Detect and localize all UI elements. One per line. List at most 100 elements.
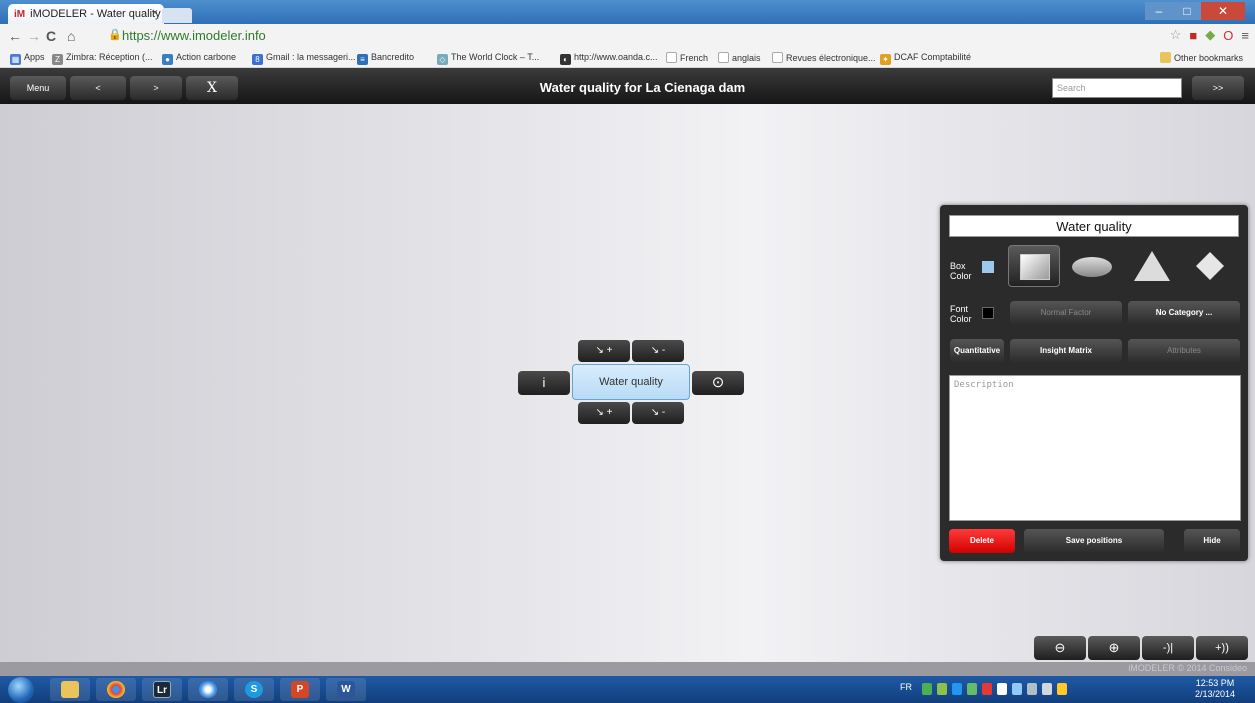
browser-addressbar: ← → C ⌂ 🔒 https://www.imodeler.info ☆ ■ … xyxy=(0,24,1255,48)
chrome-icon xyxy=(107,681,125,698)
add-positive-cause-top-button[interactable]: ↘ + xyxy=(578,340,630,362)
shape-ellipse-button[interactable] xyxy=(1066,245,1118,287)
taskbar-powerpoint[interactable]: P xyxy=(280,678,320,701)
increase-spacing-button[interactable]: +)) xyxy=(1196,636,1248,660)
minimize-icon[interactable]: – xyxy=(1145,2,1173,20)
bookmark-french[interactable]: French xyxy=(666,52,708,63)
system-tray-icons xyxy=(922,683,1067,695)
forward-arrow-icon[interactable]: → xyxy=(27,28,41,44)
word-icon: W xyxy=(337,681,355,698)
bookmark-zimbra[interactable]: Z Zimbra: Réception (... xyxy=(52,52,153,65)
home-icon[interactable]: ⌂ xyxy=(67,28,75,44)
zoom-out-button[interactable]: ⊖ xyxy=(1034,636,1086,660)
tray-app-icon[interactable] xyxy=(937,683,947,695)
chrome-menu-icon[interactable]: ≡ xyxy=(1241,28,1249,43)
star-icon[interactable]: ☆ xyxy=(1170,27,1182,43)
tray-app-icon[interactable] xyxy=(952,683,962,695)
extension-icons: ☆ ■ ◆ O ≡ xyxy=(1170,27,1249,43)
url-text: https://www.imodeler.info xyxy=(122,28,266,43)
bookmark-other[interactable]: Other bookmarks xyxy=(1160,52,1243,63)
bookmark-dcaf[interactable]: ✦ DCAF Comptabilité xyxy=(880,52,971,65)
imodeler-favicon-icon: iM xyxy=(14,9,26,20)
lock-icon: 🔒 xyxy=(108,29,122,41)
app-toolbar: Menu < > X Water quality for La Cienaga … xyxy=(0,68,1255,104)
bookmark-bancredito[interactable]: ≡ Bancredito xyxy=(357,52,414,65)
font-color-swatch[interactable] xyxy=(982,307,994,319)
shape-diamond-button[interactable] xyxy=(1184,245,1236,287)
decrease-spacing-button[interactable]: -)| xyxy=(1142,636,1194,660)
oanda-icon: ◐ xyxy=(560,54,571,65)
taskbar-word[interactable]: W xyxy=(326,678,366,701)
add-negative-effect-bottom-button[interactable]: ↘ - xyxy=(632,402,684,424)
tray-app-icon[interactable] xyxy=(967,683,977,695)
taskbar-lightroom[interactable]: Lr xyxy=(142,678,182,701)
copyright-text: iMODELER © 2014 Consideo xyxy=(1128,663,1247,673)
taskbar-explorer[interactable] xyxy=(50,678,90,701)
attributes-button[interactable]: Attributes xyxy=(1128,339,1240,363)
back-arrow-icon[interactable]: ← xyxy=(8,28,22,44)
taskbar-skype[interactable]: S xyxy=(234,678,274,701)
extension-red-icon[interactable]: ■ xyxy=(1189,28,1197,43)
tray-network-icon[interactable] xyxy=(922,683,932,695)
add-negative-cause-top-button[interactable]: ↘ - xyxy=(632,340,684,362)
flag-icon[interactable] xyxy=(997,683,1007,695)
tray-app-icon[interactable] xyxy=(982,683,992,695)
box-color-swatch[interactable] xyxy=(982,261,994,273)
add-positive-effect-bottom-button[interactable]: ↘ + xyxy=(578,402,630,424)
skype-icon: S xyxy=(245,681,263,698)
shield-icon[interactable] xyxy=(1057,683,1067,695)
window-controls: – □ ✕ xyxy=(1145,2,1245,20)
insight-matrix-button[interactable]: Insight Matrix xyxy=(1010,339,1122,363)
clock-date: 2/13/2014 xyxy=(1194,689,1235,699)
zoom-in-button[interactable]: ⊕ xyxy=(1088,636,1140,660)
volume-icon[interactable] xyxy=(1042,683,1052,695)
language-indicator[interactable]: FR xyxy=(900,682,912,692)
browser-tab[interactable]: iM iMODELER - Water quality × xyxy=(8,4,164,24)
delete-button[interactable]: Delete xyxy=(949,529,1015,553)
diamond-shape-icon xyxy=(1196,252,1224,280)
shape-rectangle-button[interactable] xyxy=(1008,245,1060,287)
status-bar: iMODELER © 2014 Consideo xyxy=(0,662,1255,676)
globe-icon xyxy=(199,681,217,698)
new-tab-button[interactable] xyxy=(162,8,192,23)
save-positions-button[interactable]: Save positions xyxy=(1024,529,1164,553)
start-button[interactable] xyxy=(8,677,34,703)
browser-titlebar: iM iMODELER - Water quality × – □ ✕ xyxy=(0,0,1255,24)
bookmark-action-carbone[interactable]: ● Action carbone xyxy=(162,52,236,65)
bookmark-revues[interactable]: Revues électronique... xyxy=(772,52,876,63)
target-icon[interactable]: ⊙ xyxy=(692,371,744,395)
factor-name-field[interactable] xyxy=(949,215,1239,237)
bookmark-anglais[interactable]: anglais xyxy=(718,52,761,63)
maximize-icon[interactable]: □ xyxy=(1173,2,1201,20)
apps-grid-icon: ▦ xyxy=(10,54,21,65)
bookmark-gmail[interactable]: 8 Gmail : la messageri... xyxy=(252,52,356,65)
reload-icon[interactable]: C xyxy=(46,28,56,44)
url-bar[interactable]: 🔒 https://www.imodeler.info xyxy=(106,27,1126,45)
signal-icon[interactable] xyxy=(1027,683,1037,695)
info-button[interactable]: i xyxy=(518,371,570,395)
shape-triangle-button[interactable] xyxy=(1126,245,1178,287)
search-input[interactable] xyxy=(1052,78,1182,98)
extension-green-icon[interactable]: ◆ xyxy=(1205,27,1215,43)
bookmark-oanda[interactable]: ◐ http://www.oanda.c... xyxy=(560,52,658,65)
taskbar-chrome[interactable] xyxy=(96,678,136,701)
bookmark-world-clock[interactable]: ◇ The World Clock – T... xyxy=(437,52,539,65)
tab-close-icon[interactable]: × xyxy=(152,7,158,19)
quantitative-button[interactable]: Quantitative xyxy=(950,339,1004,363)
category-select[interactable]: No Category ... xyxy=(1128,301,1240,325)
description-field[interactable] xyxy=(949,375,1241,521)
windows-taskbar: Lr S P W FR 12:53 PM 2/13/2014 xyxy=(0,676,1255,703)
factor-type-button[interactable]: Normal Factor xyxy=(1010,301,1122,325)
factor-node-water-quality[interactable]: Water quality xyxy=(572,364,690,400)
bookmark-apps[interactable]: ▦ Apps xyxy=(10,52,45,65)
tray-app-icon[interactable] xyxy=(1012,683,1022,695)
box-color-label: Box Color xyxy=(950,261,972,281)
close-window-icon[interactable]: ✕ xyxy=(1201,2,1245,20)
search-go-button[interactable]: >> xyxy=(1192,76,1244,100)
page-icon xyxy=(772,52,783,63)
taskbar-browser[interactable] xyxy=(188,678,228,701)
taskbar-clock[interactable]: 12:53 PM 2/13/2014 xyxy=(1195,678,1235,700)
hide-button[interactable]: Hide xyxy=(1184,529,1240,553)
opera-icon[interactable]: O xyxy=(1223,28,1233,43)
action-carbone-icon: ● xyxy=(162,54,173,65)
